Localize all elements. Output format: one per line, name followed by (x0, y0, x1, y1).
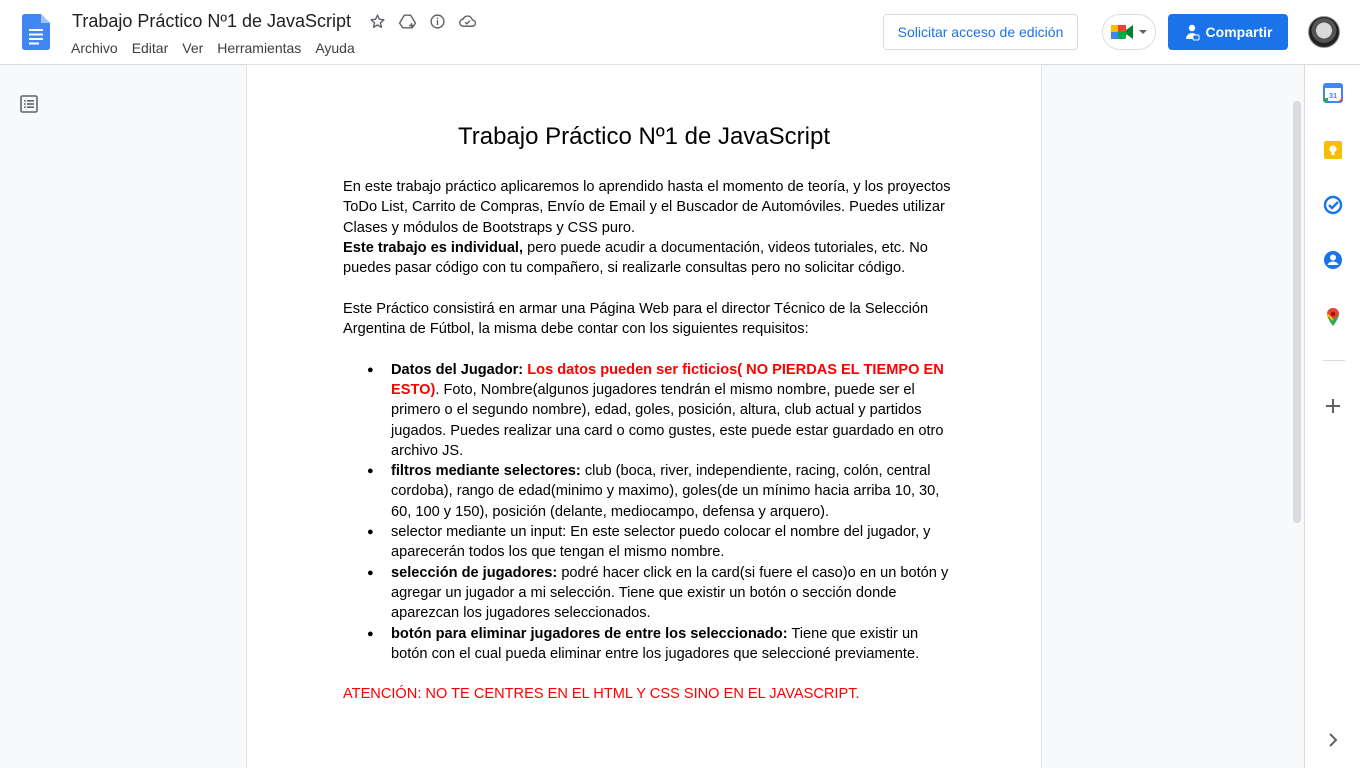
chevron-right-icon[interactable] (1323, 730, 1343, 750)
list-item-input-selector: selector mediante un input: En este sele… (343, 522, 953, 563)
individual-paragraph: Este trabajo es individual, pero puede a… (343, 238, 953, 279)
menu-archivo[interactable]: Archivo (71, 40, 118, 56)
intro-paragraph: En este trabajo práctico aplicaremos lo … (343, 179, 951, 236)
plus-icon[interactable] (1323, 396, 1343, 416)
share-label: Compartir (1205, 24, 1273, 40)
google-docs-icon[interactable] (22, 14, 50, 50)
item-text: . Foto, Nombre(algunos jugadores tendrán… (391, 381, 944, 459)
meet-button[interactable] (1102, 14, 1156, 50)
move-to-drive-icon[interactable] (398, 12, 417, 31)
document-heading: Trabajo Práctico Nº1 de JavaScript (457, 123, 831, 150)
google-tasks-icon[interactable] (1323, 195, 1343, 215)
individual-bold-text: Este trabajo es individual, (343, 239, 524, 256)
attention-note: ATENCIÓN: NO TE CENTRES EN EL HTML Y CSS… (343, 686, 860, 703)
item-bold-text: botón para eliminar jugadores de entre l… (391, 625, 788, 642)
practice-paragraph: Este Práctico consistirá en armar una Pá… (343, 300, 929, 338)
chevron-down-icon (1139, 30, 1147, 34)
cloud-saved-icon[interactable] (458, 12, 477, 31)
share-button[interactable]: Compartir (1168, 14, 1288, 50)
item-bold-text: filtros mediante selectores: (391, 463, 581, 480)
list-item-remove-button: botón para eliminar jugadores de entre l… (343, 624, 953, 665)
list-item-player-data: Datos del Jugador: Los datos pueden ser … (343, 360, 953, 461)
info-icon[interactable] (428, 12, 447, 31)
document-body: En este trabajo práctico aplicaremos lo … (343, 177, 953, 705)
menu-herramientas[interactable]: Herramientas (217, 40, 301, 56)
google-meet-icon (1111, 25, 1133, 39)
document-title[interactable]: Trabajo Práctico Nº1 de JavaScript (72, 11, 351, 32)
document-page[interactable]: Trabajo Práctico Nº1 de JavaScript En es… (247, 65, 1041, 768)
google-maps-icon[interactable] (1323, 307, 1343, 327)
menu-bar: Archivo Editar Ver Herramientas Ayuda (71, 40, 355, 56)
menu-ver[interactable]: Ver (182, 40, 203, 56)
item-text: selector mediante un input: En este sele… (391, 524, 931, 561)
star-icon[interactable] (368, 12, 387, 31)
list-item-filters: filtros mediante selectores: club (boca,… (343, 461, 953, 522)
side-panel: 31 (1304, 65, 1360, 768)
menu-editar[interactable]: Editar (132, 40, 169, 56)
google-contacts-icon[interactable] (1323, 250, 1343, 270)
scrollbar-thumb[interactable] (1293, 101, 1301, 523)
top-bar: Trabajo Práctico Nº1 de JavaScript Archi… (0, 0, 1360, 65)
google-keep-icon[interactable] (1323, 140, 1343, 160)
request-edit-access-button[interactable]: Solicitar acceso de edición (883, 14, 1078, 50)
list-item-player-selection: selección de jugadores: podré hacer clic… (343, 563, 953, 624)
requirements-list: Datos del Jugador: Los datos pueden ser … (343, 360, 953, 664)
calendar-day: 31 (1329, 91, 1337, 100)
google-calendar-icon[interactable]: 31 (1323, 83, 1343, 103)
item-bold-text: selección de jugadores: (391, 564, 558, 581)
document-outline-icon[interactable] (19, 94, 39, 114)
menu-ayuda[interactable]: Ayuda (315, 40, 354, 56)
item-bold-text: Datos del Jugador: (391, 361, 528, 378)
scrollbar[interactable] (1290, 65, 1304, 768)
lock-person-icon (1185, 24, 1200, 41)
side-panel-divider (1323, 360, 1345, 361)
avatar[interactable] (1308, 16, 1340, 48)
